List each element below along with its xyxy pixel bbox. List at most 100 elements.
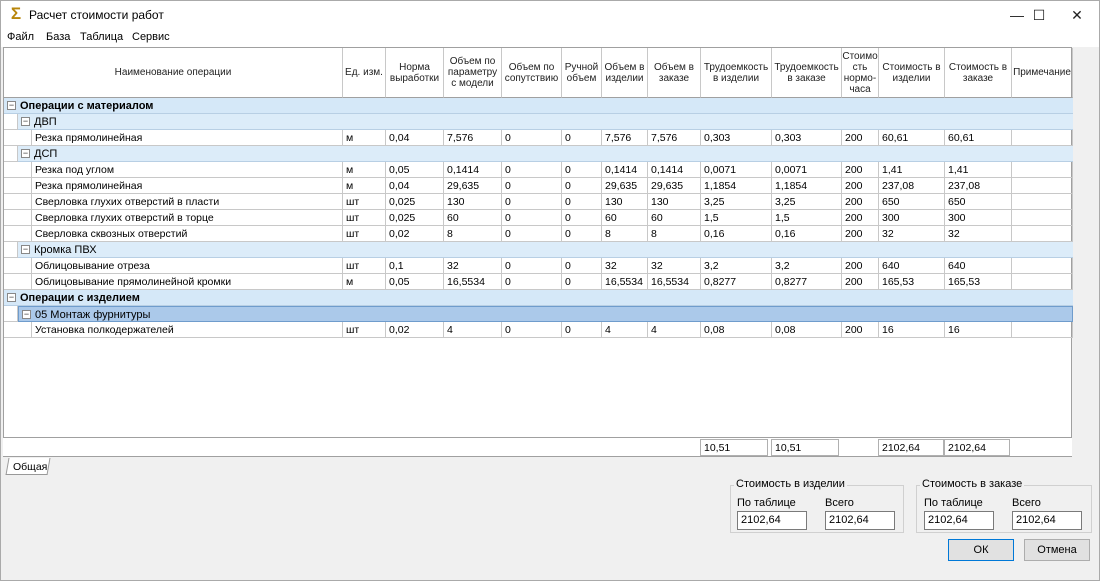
table-cell[interactable]: Сверловка глухих отверстий в торце — [32, 210, 343, 226]
cancel-button[interactable]: Отмена — [1024, 539, 1090, 561]
table-cell[interactable]: 3,25 — [701, 194, 772, 210]
table-cell[interactable]: 165,53 — [945, 274, 1012, 290]
table-cell[interactable]: 3,25 — [772, 194, 842, 210]
table-cell[interactable]: 4 — [648, 322, 701, 338]
collapse-icon[interactable]: − — [22, 310, 31, 319]
table-cell[interactable]: 0 — [502, 322, 562, 338]
table-cell[interactable]: 29,635 — [648, 178, 701, 194]
table-cell[interactable]: 1,1854 — [772, 178, 842, 194]
order-by-table-field[interactable]: 2102,64 — [924, 511, 994, 530]
table-cell[interactable]: 0 — [562, 194, 602, 210]
table-cell[interactable]: 0,05 — [386, 274, 444, 290]
table-cell[interactable] — [1012, 178, 1073, 194]
table-cell[interactable]: 0 — [562, 258, 602, 274]
table-cell[interactable]: 0 — [502, 162, 562, 178]
table-cell[interactable]: шт — [343, 322, 386, 338]
table-cell[interactable]: 1,41 — [945, 162, 1012, 178]
table-cell[interactable]: 237,08 — [879, 178, 945, 194]
table-cell[interactable]: 237,08 — [945, 178, 1012, 194]
table-cell[interactable] — [1012, 130, 1073, 146]
item-total-field[interactable]: 2102,64 — [825, 511, 895, 530]
table-cell[interactable]: 0 — [562, 162, 602, 178]
column-header[interactable]: Объем по сопутствию — [502, 48, 562, 98]
table-cell[interactable]: 0,1414 — [444, 162, 502, 178]
table-cell[interactable]: 60,61 — [945, 130, 1012, 146]
column-header[interactable]: Примечание — [1012, 48, 1073, 98]
collapse-icon[interactable]: − — [7, 293, 16, 302]
column-header[interactable]: Трудоемкость в заказе — [772, 48, 842, 98]
column-header[interactable]: Объем в заказе — [648, 48, 701, 98]
table-cell[interactable]: Резка прямолинейная — [32, 178, 343, 194]
table-cell[interactable]: 650 — [945, 194, 1012, 210]
menu-service[interactable]: Сервис — [132, 31, 170, 43]
table-cell[interactable]: 0 — [562, 178, 602, 194]
table-cell[interactable]: шт — [343, 210, 386, 226]
table-cell[interactable]: 60 — [444, 210, 502, 226]
table-cell[interactable]: 16,5534 — [444, 274, 502, 290]
column-header[interactable]: Наименование операции — [4, 48, 343, 98]
table-cell[interactable] — [1012, 226, 1073, 242]
table-cell[interactable]: 0,02 — [386, 322, 444, 338]
table-cell[interactable]: 0,1414 — [602, 162, 648, 178]
table-cell[interactable]: 0,303 — [772, 130, 842, 146]
table-cell[interactable]: 0 — [562, 130, 602, 146]
table-cell[interactable]: 200 — [842, 162, 879, 178]
table-cell[interactable]: 0,04 — [386, 130, 444, 146]
table-cell[interactable]: 200 — [842, 258, 879, 274]
table-cell[interactable]: 29,635 — [444, 178, 502, 194]
table-cell[interactable]: Установка полкодержателей — [32, 322, 343, 338]
column-header[interactable]: Объем в изделии — [602, 48, 648, 98]
table-cell[interactable]: 640 — [945, 258, 1012, 274]
table-cell[interactable]: 3,2 — [701, 258, 772, 274]
table-cell[interactable] — [1012, 210, 1073, 226]
table-cell[interactable]: 4 — [602, 322, 648, 338]
column-header[interactable]: Ед. изм. — [343, 48, 386, 98]
table-cell[interactable]: шт — [343, 258, 386, 274]
table-cell[interactable]: 1,5 — [701, 210, 772, 226]
table-cell[interactable]: 0,1 — [386, 258, 444, 274]
table-cell[interactable]: 16 — [945, 322, 1012, 338]
table-cell[interactable]: 0,025 — [386, 210, 444, 226]
table-cell[interactable]: 4 — [444, 322, 502, 338]
table-cell[interactable]: 7,576 — [602, 130, 648, 146]
item-by-table-field[interactable]: 2102,64 — [737, 511, 807, 530]
table-cell[interactable]: 60 — [648, 210, 701, 226]
table-cell[interactable]: 0 — [562, 210, 602, 226]
menu-base[interactable]: База — [46, 31, 70, 43]
table-cell[interactable]: шт — [343, 194, 386, 210]
table-cell[interactable]: 300 — [945, 210, 1012, 226]
table-cell[interactable]: 0 — [562, 322, 602, 338]
table-cell[interactable]: 8 — [602, 226, 648, 242]
subgroup-row[interactable]: − Кромка ПВХ — [18, 242, 1073, 258]
column-header[interactable]: Стоимо сть нормо-часа — [842, 48, 879, 98]
table-cell[interactable]: 200 — [842, 226, 879, 242]
table-cell[interactable]: 0,16 — [701, 226, 772, 242]
subgroup-row[interactable]: − ДСП — [18, 146, 1073, 162]
menu-file[interactable]: Файл — [7, 31, 34, 43]
table-cell[interactable]: 29,635 — [602, 178, 648, 194]
column-header[interactable]: Объем по параметру с модели — [444, 48, 502, 98]
table-cell[interactable]: 0,1414 — [648, 162, 701, 178]
table-cell[interactable]: 130 — [602, 194, 648, 210]
column-header[interactable]: Стоимость в заказе — [945, 48, 1012, 98]
table-cell[interactable]: 0,08 — [772, 322, 842, 338]
ok-button[interactable]: ОК — [948, 539, 1014, 561]
subgroup-row[interactable]: −05 Монтаж фурнитуры — [18, 306, 1073, 322]
group-row[interactable]: − Операции с материалом — [4, 98, 1073, 114]
table-cell[interactable]: 300 — [879, 210, 945, 226]
table-cell[interactable]: 1,1854 — [701, 178, 772, 194]
table-cell[interactable]: 3,2 — [772, 258, 842, 274]
table-cell[interactable]: м — [343, 130, 386, 146]
table-cell[interactable]: 0,0071 — [701, 162, 772, 178]
table-cell[interactable]: 16,5534 — [648, 274, 701, 290]
table-cell[interactable]: 7,576 — [444, 130, 502, 146]
table-cell[interactable]: 0,025 — [386, 194, 444, 210]
table-cell[interactable] — [1012, 258, 1073, 274]
table-cell[interactable]: 0,08 — [701, 322, 772, 338]
table-cell[interactable]: Облицовывание прямолинейной кромки — [32, 274, 343, 290]
table-cell[interactable]: Резка под углом — [32, 162, 343, 178]
table-cell[interactable]: 1,5 — [772, 210, 842, 226]
table-cell[interactable]: 60,61 — [879, 130, 945, 146]
table-cell[interactable]: 0 — [562, 274, 602, 290]
table-cell[interactable]: м — [343, 274, 386, 290]
